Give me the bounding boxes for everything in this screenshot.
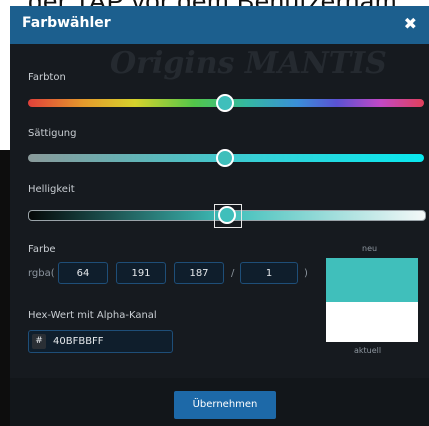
color-picker-dialog: Origins MANTIS Farbwähler ✖ Farbton Sätt… xyxy=(10,6,429,426)
apply-button[interactable]: Übernehmen xyxy=(174,391,276,419)
lightness-slider-handle[interactable] xyxy=(218,206,236,224)
green-input[interactable]: 191 xyxy=(116,262,166,284)
dialog-title: Farbwähler xyxy=(22,15,111,31)
dialog-titlebar: Farbwähler ✖ xyxy=(10,6,429,44)
dialog-footer: Übernehmen xyxy=(10,378,429,426)
blue-input[interactable]: 187 xyxy=(174,262,224,284)
lightness-label: Helligkeit xyxy=(28,184,75,195)
hue-label: Farbton xyxy=(28,72,66,83)
hex-input[interactable]: # 40BFBBFF xyxy=(28,330,173,353)
rgba-prefix: rgba( xyxy=(28,268,55,279)
color-label: Farbe xyxy=(28,244,56,255)
hash-prefix: # xyxy=(32,334,46,349)
background-left-strip xyxy=(0,150,10,426)
hex-label: Hex-Wert mit Alpha-Kanal xyxy=(28,310,157,321)
new-color-label: neu xyxy=(362,244,378,253)
saturation-label: Sättigung xyxy=(28,128,77,139)
close-icon[interactable]: ✖ xyxy=(404,14,417,33)
current-color-label: aktuell xyxy=(354,346,382,355)
rgba-suffix: ) xyxy=(304,268,308,279)
hue-slider-handle[interactable] xyxy=(216,94,234,112)
alpha-separator: / xyxy=(231,268,235,279)
saturation-slider-handle[interactable] xyxy=(216,149,234,167)
alpha-input[interactable]: 1 xyxy=(240,262,298,284)
hex-value: 40BFBBFF xyxy=(53,336,104,347)
current-color-swatch[interactable] xyxy=(326,302,418,342)
new-color-swatch xyxy=(326,258,418,302)
red-input[interactable]: 64 xyxy=(58,262,108,284)
